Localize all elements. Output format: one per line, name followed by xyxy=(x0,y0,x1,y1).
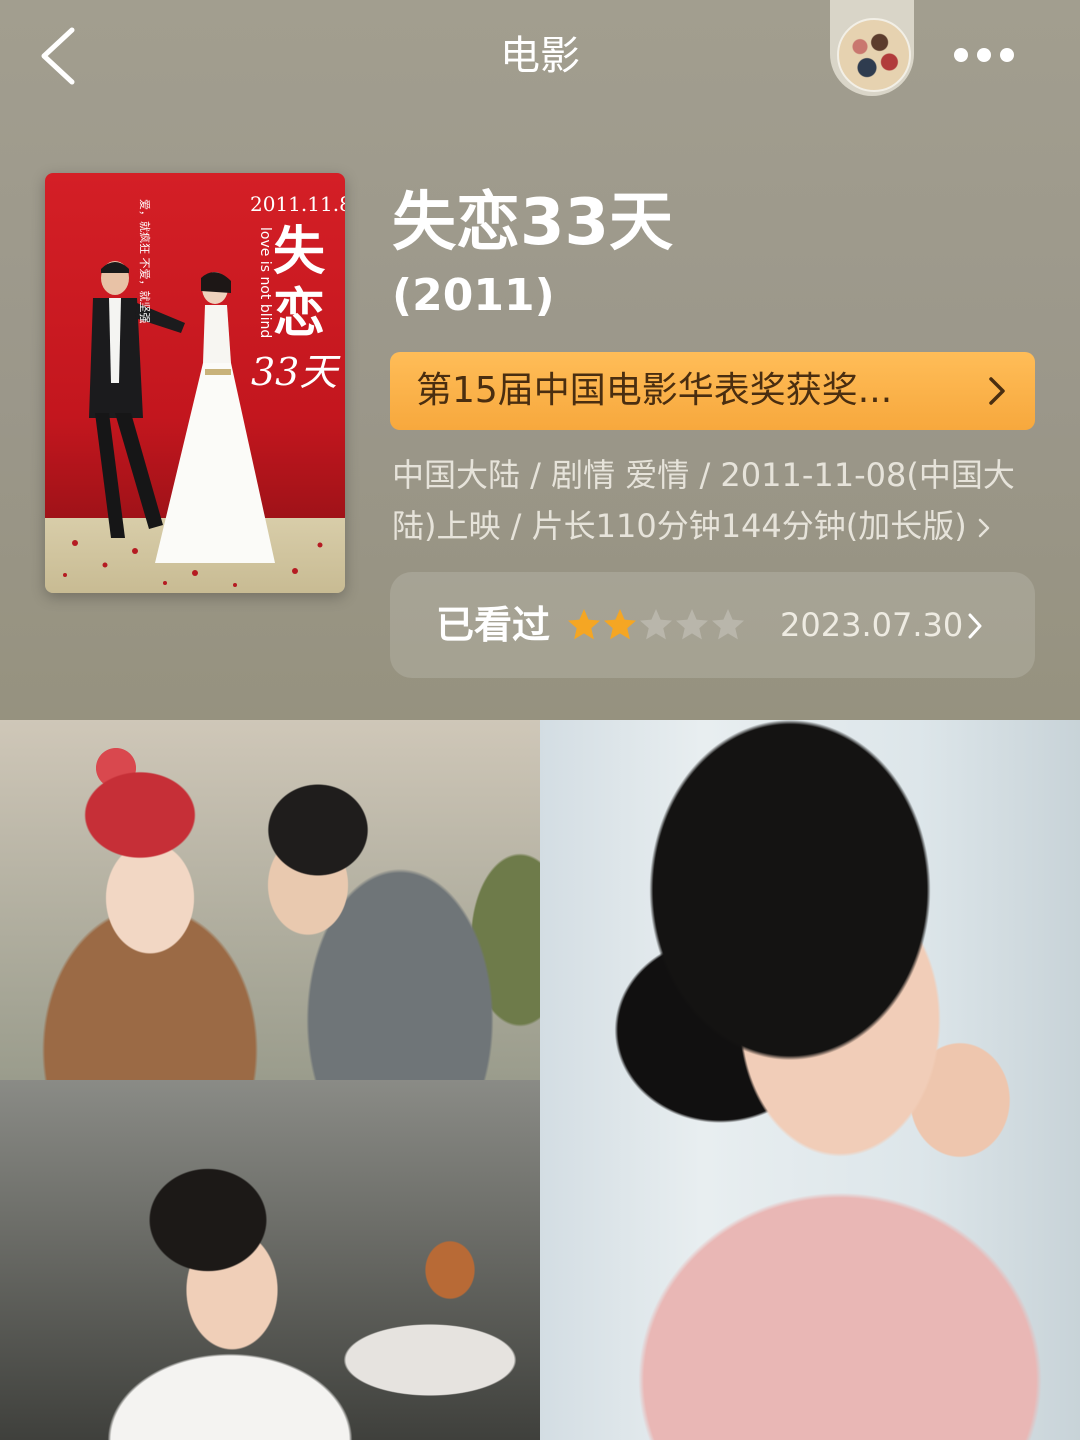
movie-header-section: 电影 2011.11.8 失 恋 33天 love is not blind 爱… xyxy=(0,0,1080,720)
meta-line-1: 中国大陆 / 剧情 爱情 / 2011-11-08(中国大 xyxy=(392,456,1015,494)
watched-status: 已看过 xyxy=(436,603,551,647)
star-empty-icon xyxy=(712,609,744,640)
more-options-button[interactable] xyxy=(946,38,1022,74)
page-title: 电影 xyxy=(500,33,580,79)
movie-poster[interactable]: 2011.11.8 失 恋 33天 love is not blind 爱，就疯… xyxy=(45,173,345,593)
movie-year: (2011) xyxy=(392,270,555,321)
movie-still-2[interactable] xyxy=(0,1080,540,1440)
poster-tagline: 爱，就疯狂 不爱，就坚强 xyxy=(138,199,152,324)
more-horizontal-icon xyxy=(954,48,968,62)
meta-line-2: 陆)上映 / 片长110分钟144分钟(加长版) xyxy=(392,507,967,545)
award-banner[interactable]: 第15届中国电影华表奖获奖... xyxy=(390,352,1035,430)
my-rating-card[interactable]: 已看过 2023.07.30 xyxy=(390,572,1035,678)
poster-title-char-3: 33天 xyxy=(251,350,341,394)
chevron-right-icon xyxy=(989,377,1005,405)
star-filled-icon xyxy=(604,609,636,640)
poster-title-char-1: 失 xyxy=(273,221,326,282)
movie-meta-info[interactable]: 中国大陆 / 剧情 爱情 / 2011-11-08(中国大 陆)上映 / 片长1… xyxy=(392,450,1032,552)
chevron-left-icon xyxy=(41,27,75,85)
back-button[interactable] xyxy=(30,22,90,90)
award-text: 第15届中国电影华表奖获奖... xyxy=(416,370,893,411)
poster-image: 2011.11.8 失 恋 33天 love is not blind 爱，就疯… xyxy=(45,173,345,593)
star-rating xyxy=(566,607,746,643)
poster-title-char-2: 恋 xyxy=(273,283,325,344)
watched-date: 2023.07.30 xyxy=(780,606,964,644)
poster-english-title: love is not blind xyxy=(257,227,273,338)
poster-date: 2011.11.8 xyxy=(250,192,345,216)
movie-still-3[interactable] xyxy=(540,720,1080,1440)
chevron-right-icon xyxy=(968,613,982,639)
chevron-right-icon xyxy=(978,518,989,538)
star-empty-icon xyxy=(676,609,708,640)
movie-title: 失恋33天 xyxy=(392,186,674,260)
star-filled-icon xyxy=(568,609,600,640)
movie-still-1[interactable] xyxy=(0,720,540,1080)
user-avatar-button[interactable] xyxy=(830,0,914,96)
avatar xyxy=(837,18,911,92)
star-empty-icon xyxy=(640,609,672,640)
